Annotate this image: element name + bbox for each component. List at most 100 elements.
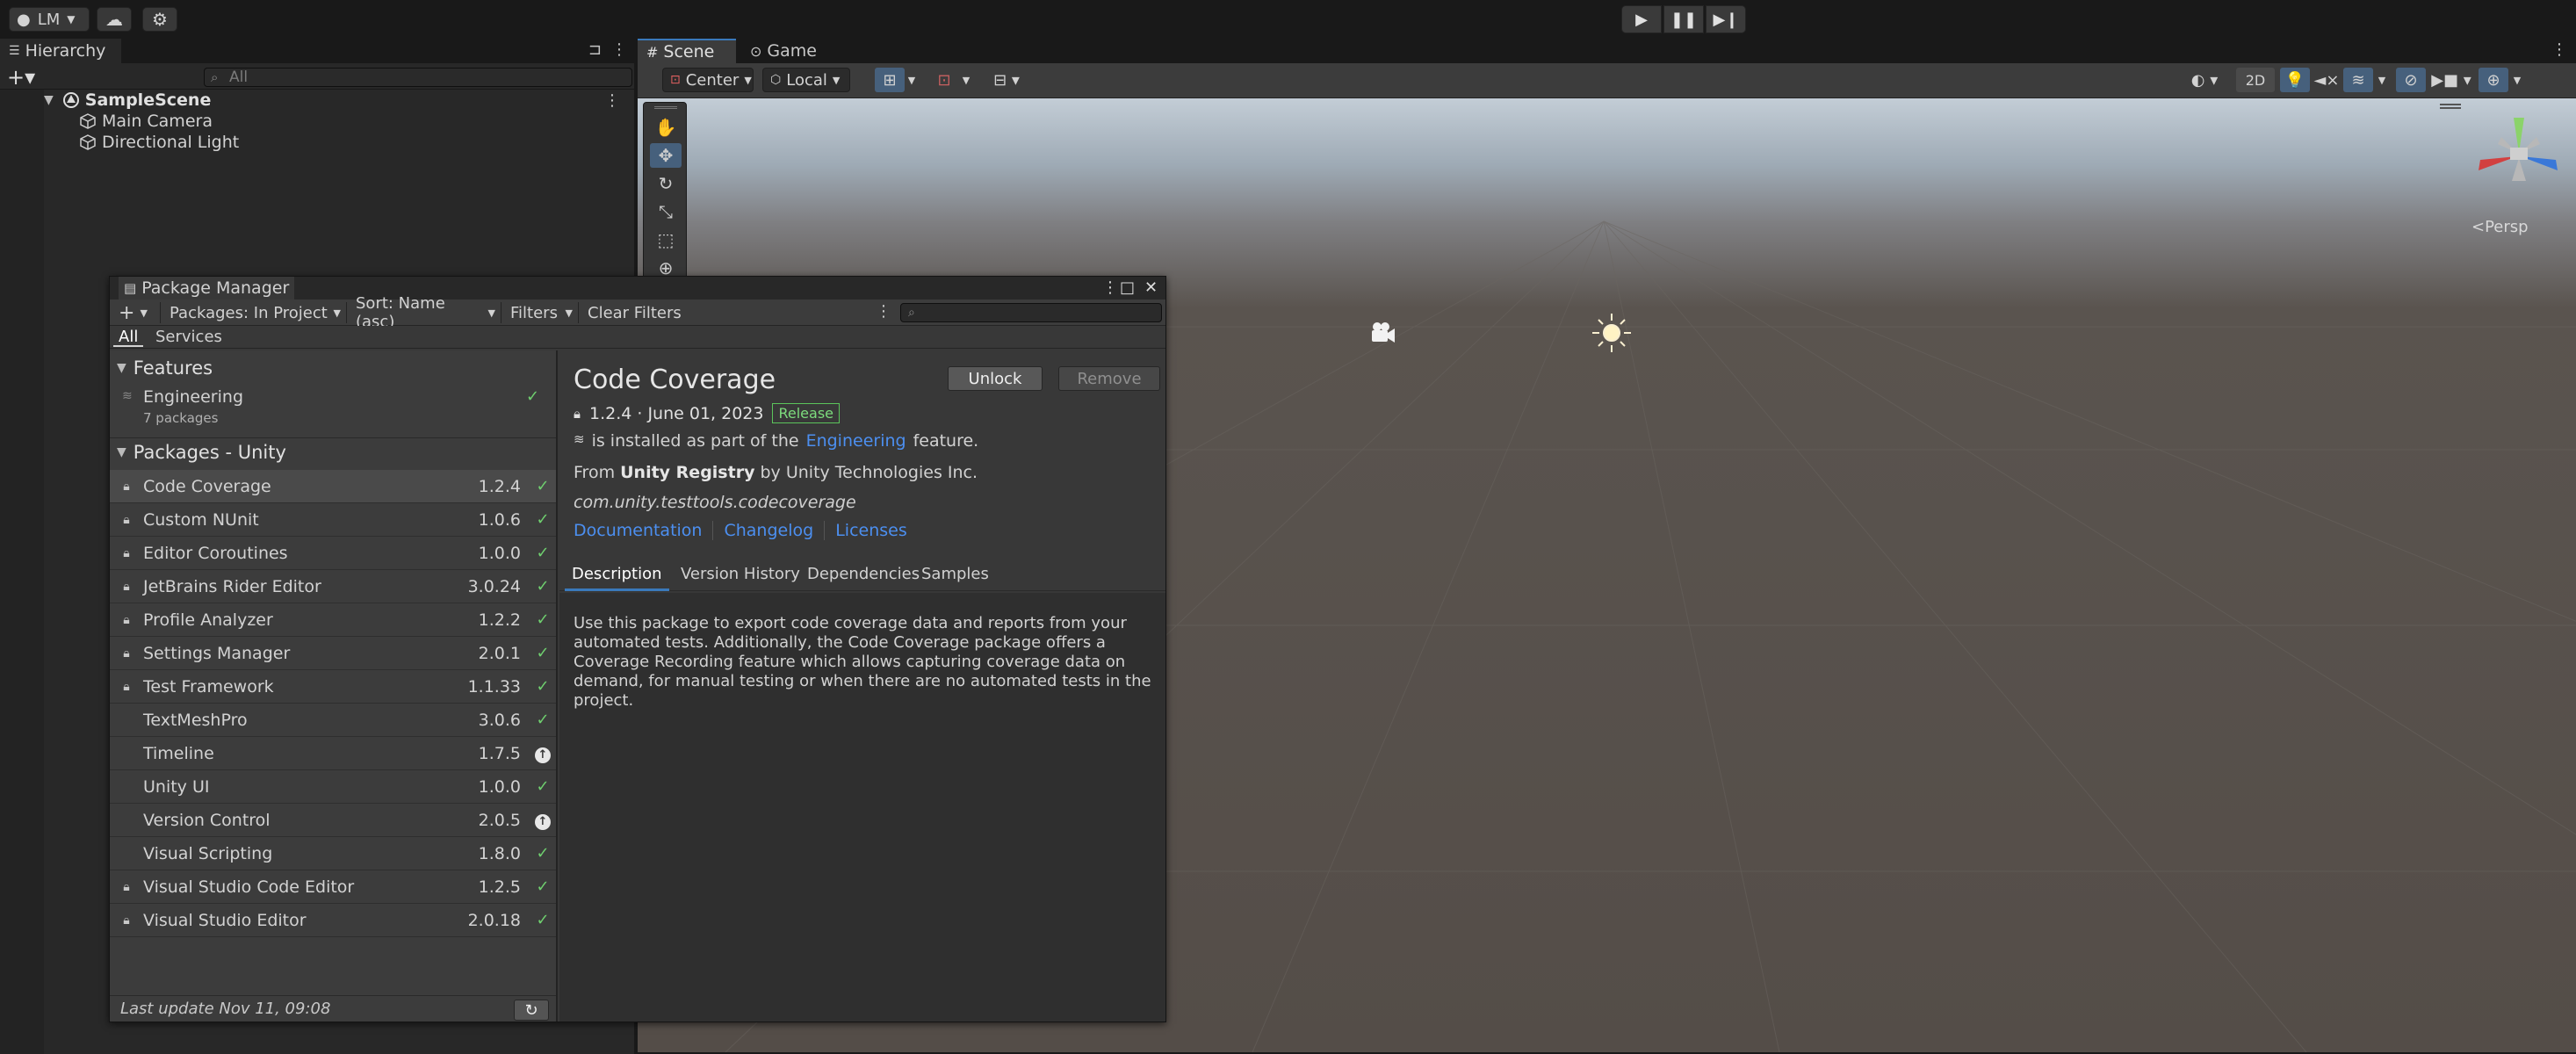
- refresh-button[interactable]: ↻: [514, 1000, 549, 1021]
- tab-services[interactable]: Services: [150, 328, 227, 347]
- pivot-dropdown[interactable]: ⊡ Center ▼: [662, 68, 754, 92]
- filters-dropdown[interactable]: Filters ▼: [505, 302, 579, 323]
- installed-check-icon: ✓: [536, 877, 550, 896]
- maximize-icon[interactable]: □: [1120, 278, 1135, 297]
- drag-handle[interactable]: [654, 106, 677, 109]
- package-version: 1.0.0: [478, 776, 521, 797]
- cloud-button[interactable]: ☁: [97, 7, 132, 32]
- tab-all[interactable]: All: [113, 328, 144, 347]
- installed-check-icon: ✓: [536, 911, 550, 929]
- close-icon[interactable]: ✕: [1144, 278, 1158, 297]
- rotate-tool-button[interactable]: ↻: [650, 171, 682, 196]
- tab-game[interactable]: ⊙ Game: [741, 39, 826, 63]
- step-button[interactable]: ▶❙: [1706, 5, 1746, 33]
- tab-version-history[interactable]: Version History: [674, 565, 807, 591]
- hidden-objects-toggle[interactable]: ⊘: [2396, 68, 2426, 92]
- package-row[interactable]: 🔒︎ Editor Coroutines 1.0.0 ✓: [110, 537, 556, 570]
- package-row[interactable]: TextMeshPro 3.0.6 ✓: [110, 704, 556, 737]
- package-row[interactable]: Timeline 1.7.5 ↑: [110, 737, 556, 770]
- play-button[interactable]: ▶: [1621, 5, 1662, 33]
- packages-scope-dropdown[interactable]: Packages: In Project ▼: [164, 302, 347, 323]
- feature-item-engineering[interactable]: ≋ Engineering 7 packages ✓: [110, 386, 556, 438]
- installed-check-icon: ✓: [536, 577, 550, 596]
- chevron-down-icon[interactable]: ▼: [903, 68, 920, 92]
- grid-snap-button[interactable]: ⊞: [875, 68, 905, 92]
- move-tool-button[interactable]: ✥: [650, 143, 682, 168]
- scene-menu-icon[interactable]: ⋮: [604, 91, 620, 110]
- gizmos-toggle[interactable]: ⊕: [2479, 68, 2508, 92]
- tab-dependencies[interactable]: Dependencies: [800, 565, 927, 591]
- expand-arrow-icon: ▼: [117, 445, 126, 459]
- package-version: 1.0.6: [478, 509, 521, 530]
- hand-tool-button[interactable]: ✋: [650, 115, 682, 140]
- add-object-button[interactable]: +▾: [7, 65, 35, 90]
- installed-check-icon: ✓: [536, 610, 550, 629]
- packages-section-header[interactable]: ▼ Packages - Unity: [110, 438, 556, 466]
- shading-mode-button[interactable]: ◐ ▾: [2180, 68, 2229, 92]
- registry-name: Unity Registry: [620, 463, 755, 482]
- chevron-down-icon[interactable]: ▼: [2508, 68, 2526, 92]
- package-row[interactable]: 🔒︎ Settings Manager 2.0.1 ✓: [110, 637, 556, 670]
- unlock-button[interactable]: Unlock: [948, 366, 1043, 391]
- account-dropdown[interactable]: ● LM ▼: [9, 7, 90, 32]
- camera-settings-button[interactable]: ▶■ ▾: [2429, 68, 2473, 92]
- package-row[interactable]: 🔒︎ Visual Studio Editor 2.0.18 ✓: [110, 904, 556, 937]
- package-row[interactable]: 🔒︎ JetBrains Rider Editor 3.0.24 ✓: [110, 570, 556, 603]
- scale-tool-button[interactable]: ⤡: [650, 199, 682, 224]
- package-row[interactable]: 🔒︎ Visual Studio Code Editor 1.2.5 ✓: [110, 870, 556, 904]
- package-row[interactable]: Unity UI 1.0.0 ✓: [110, 770, 556, 804]
- package-row[interactable]: Version Control 2.0.5 ↑: [110, 804, 556, 837]
- add-package-dropdown[interactable]: + ▼: [113, 302, 161, 324]
- package-manager-tab[interactable]: ▤ Package Manager: [119, 277, 294, 300]
- features-section-header[interactable]: ▼ Features: [110, 354, 556, 382]
- hierarchy-tab[interactable]: ☰ Hierarchy: [0, 39, 121, 63]
- feature-subtitle: 7 packages: [143, 410, 219, 426]
- package-row[interactable]: Visual Scripting 1.8.0 ✓: [110, 837, 556, 870]
- clear-filters-button[interactable]: Clear Filters: [582, 302, 693, 323]
- align-button[interactable]: ⊟ ▾: [982, 68, 1031, 92]
- toggle-2d-button[interactable]: 2D: [2236, 68, 2275, 92]
- sort-dropdown[interactable]: Sort: Name (asc) ▼: [350, 294, 501, 331]
- lighting-toggle[interactable]: 💡: [2280, 68, 2310, 92]
- more-menu-icon[interactable]: ⋮: [1102, 278, 1118, 297]
- hierarchy-search-input[interactable]: ⌕ All: [204, 68, 632, 87]
- overlay-menu-handle[interactable]: [2440, 104, 2461, 109]
- licenses-link[interactable]: Licenses: [835, 521, 907, 540]
- scene-menu-icon[interactable]: ⋮: [2551, 40, 2567, 59]
- remove-button[interactable]: Remove: [1058, 366, 1160, 391]
- orientation-gizmo[interactable]: [2466, 107, 2572, 204]
- effects-toggle[interactable]: ≋: [2343, 68, 2373, 92]
- chevron-down-icon[interactable]: ▼: [2373, 68, 2391, 92]
- package-row[interactable]: 🔒︎ Custom NUnit 1.0.6 ✓: [110, 503, 556, 537]
- tab-scene[interactable]: # Scene: [638, 39, 736, 63]
- author-text: by Unity Technologies Inc.: [760, 463, 978, 482]
- pause-button[interactable]: ❚❚: [1663, 5, 1704, 33]
- transform-tools-palette: ✋ ✥ ↻ ⤡ ⬚ ⊕: [643, 102, 687, 281]
- hierarchy-item-directional-light[interactable]: Directional Light: [79, 132, 239, 153]
- more-menu-icon[interactable]: ⋮: [876, 302, 891, 321]
- settings-button[interactable]: ⚙: [142, 7, 177, 32]
- package-row[interactable]: 🔒︎ Code Coverage 1.2.4 ✓: [110, 470, 556, 503]
- package-row[interactable]: 🔒︎ Profile Analyzer 1.2.2 ✓: [110, 603, 556, 637]
- package-row[interactable]: 🔒︎ Test Framework 1.1.33 ✓: [110, 670, 556, 704]
- engineering-link[interactable]: Engineering: [806, 431, 906, 451]
- expand-arrow-icon[interactable]: ▼: [44, 93, 54, 107]
- changelog-link[interactable]: Changelog: [724, 521, 813, 540]
- documentation-link[interactable]: Documentation: [574, 521, 702, 540]
- audio-toggle[interactable]: ◄×: [2312, 68, 2341, 92]
- package-search-input[interactable]: ⌕: [900, 303, 1162, 322]
- perspective-label[interactable]: <Persp: [2471, 218, 2529, 236]
- scene-row[interactable]: ▼ SampleScene ⋮: [0, 90, 634, 111]
- rect-tool-button[interactable]: ⬚: [650, 227, 682, 252]
- snap-increment-button[interactable]: ⊡: [929, 68, 959, 92]
- tab-samples[interactable]: Samples: [914, 565, 996, 591]
- eye-off-icon: ⊘: [2404, 70, 2418, 90]
- lock-icon[interactable]: ⊐: [588, 40, 602, 59]
- space-dropdown[interactable]: ⬡ Local ▼: [762, 68, 850, 92]
- installed-check-icon: ✓: [526, 387, 540, 406]
- chevron-down-icon[interactable]: ▼: [957, 68, 975, 92]
- package-manager-titlebar[interactable]: ▤ Package Manager ⋮ □ ✕: [110, 277, 1165, 300]
- hierarchy-item-main-camera[interactable]: Main Camera: [79, 111, 213, 132]
- tab-description[interactable]: Description: [565, 565, 669, 591]
- more-menu-icon[interactable]: ⋮: [611, 40, 627, 59]
